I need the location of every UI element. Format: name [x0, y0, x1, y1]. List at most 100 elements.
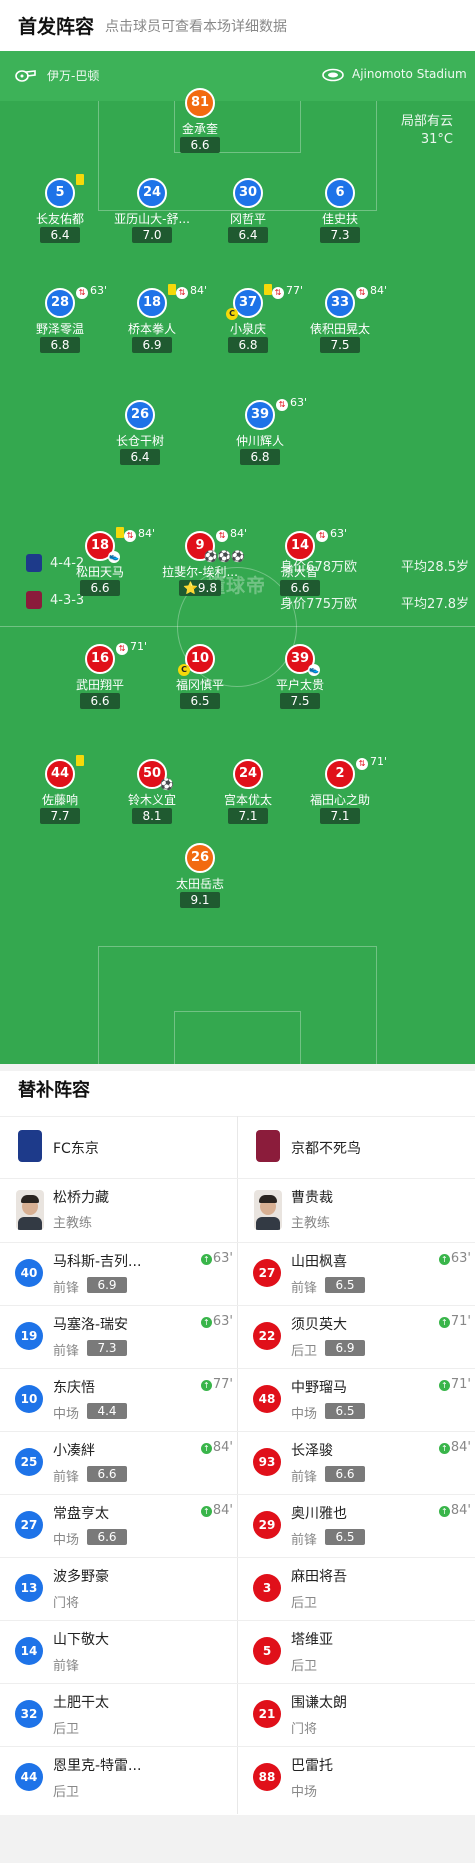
sub-out-icon: ⇅ [176, 287, 188, 299]
player-marker[interactable]: 33 ⇅ 84' 俵积田晃太 7.5 [290, 284, 390, 354]
player-rating: 9.1 [180, 892, 220, 908]
player-name: 常盘亨太 [53, 1506, 109, 1522]
player-marker[interactable]: 9 ⇅ 84' ⚽⚽⚽ 拉斐尔-埃利... ⭐9.8 [150, 527, 250, 597]
player-marker[interactable]: 39 ⇅ 63' 仲川辉人 6.8 [210, 396, 310, 466]
jersey-number: 24 [233, 759, 263, 789]
player-position: 门将 [291, 1722, 318, 1737]
jersey-number: 3 [253, 1574, 281, 1602]
home-team-name: FC东京 [53, 1141, 99, 1157]
player-rating: 6.6 [325, 1466, 365, 1482]
substitution-indicator: ⇅ 84' [216, 527, 247, 542]
substitute-row[interactable]: 27 山田枫喜 前锋 6.5 ↑ 63' [238, 1242, 475, 1305]
minute-value: 71' [450, 1314, 471, 1329]
substitute-row[interactable]: 22 须贝英大 后卫 6.9 ↑ 71' [238, 1305, 475, 1368]
avatar [16, 1190, 44, 1230]
minute-value: 63' [212, 1314, 233, 1329]
substitute-row[interactable]: 3 麻田将吾 后卫 [238, 1557, 475, 1620]
away-team-row[interactable]: 京都不死鸟 [238, 1116, 475, 1178]
jersey-number: 6 [325, 178, 355, 208]
player-name: 佳史扶 [321, 212, 358, 226]
player-marker[interactable]: 24 亚历山大-舒... 7.0 [102, 178, 202, 244]
player-marker[interactable]: 14 ⇅ 63' 原大智 6.6 [250, 527, 350, 597]
player-marker[interactable]: 6 佳史扶 7.3 [290, 178, 390, 244]
substitute-row[interactable]: 48 中野瑠马 中场 6.5 ↑ 71' [238, 1368, 475, 1431]
player-rating: 6.8 [40, 337, 80, 353]
player-name: 太田岳志 [175, 877, 224, 891]
player-rating: 6.5 [325, 1529, 365, 1545]
away-coach[interactable]: 曹贵裁 主教练 [238, 1178, 475, 1242]
player-marker[interactable]: 24 宫本优太 7.1 [198, 759, 298, 825]
player-name: 东庆悟 [53, 1380, 95, 1396]
yellow-card-icon [76, 174, 84, 185]
player-position: 前锋 [53, 1470, 80, 1485]
player-marker[interactable]: 44 佐藤响 7.7 [10, 755, 110, 825]
substitute-row[interactable]: 5 塔维亚 后卫 [238, 1620, 475, 1683]
substitute-row[interactable]: 44 恩里克-特雷... 后卫 [0, 1746, 237, 1809]
referee-name: 伊万-巴顿 [47, 69, 100, 83]
player-name: 亚历山大-舒... [114, 212, 190, 226]
home-coach[interactable]: 松桥力藏 主教练 [0, 1178, 237, 1242]
substitute-row[interactable]: 13 波多野豪 门将 [0, 1557, 237, 1620]
minute-value: 84' [212, 1503, 233, 1518]
minute-value: 84' [212, 1440, 233, 1455]
player-marker[interactable]: 30 冈哲平 6.4 [198, 178, 298, 244]
lineup-header: 首发阵容 点击球员可查看本场详细数据 [0, 0, 475, 51]
substitute-row[interactable]: 40 马科斯-吉列... 前锋 6.9 ↑ 63' [0, 1242, 237, 1305]
sub-in-minute: ↑ 63' [200, 1251, 233, 1266]
player-marker[interactable]: 81 金承奎 6.6 [150, 88, 250, 154]
player-marker[interactable]: 5 长友佑都 6.4 [10, 174, 110, 244]
substitute-row[interactable]: 19 马塞洛-瑞安 前锋 7.3 ↑ 63' [0, 1305, 237, 1368]
substitute-row[interactable]: 14 山下敬大 前锋 [0, 1620, 237, 1683]
player-marker[interactable]: 10 C 福冈慎平 6.5 [150, 644, 250, 710]
player-marker[interactable]: 37 ⇅ 77' C 小泉庆 6.8 [198, 284, 303, 354]
player-position: 中场 [291, 1785, 318, 1800]
sub-out-icon: ⇅ [356, 758, 368, 770]
avatar [254, 1190, 282, 1230]
player-rating: 6.5 [325, 1277, 365, 1293]
sub-in-icon: ↑ [438, 1254, 450, 1265]
coach-role: 主教练 [291, 1216, 331, 1231]
player-marker[interactable]: 26 太田岳志 9.1 [150, 843, 250, 909]
substitute-row[interactable]: 93 长泽骏 前锋 6.6 ↑ 84' [238, 1431, 475, 1494]
player-position: 前锋 [53, 1344, 80, 1359]
jersey-number: 16 [85, 644, 115, 674]
sub-out-icon: ⇅ [116, 643, 128, 655]
substitute-row[interactable]: 25 小凑絆 前锋 6.6 ↑ 84' [0, 1431, 237, 1494]
jersey-number: 22 [253, 1322, 281, 1350]
sub-in-minute: ↑ 84' [438, 1440, 471, 1455]
player-rating: 8.1 [132, 808, 172, 824]
player-marker[interactable]: 28 ⇅ 63' 野泽零温 6.8 [10, 284, 110, 354]
substitute-row[interactable]: 88 巴雷托 中场 [238, 1746, 475, 1809]
jersey-number: 13 [15, 1574, 43, 1602]
away-team-name: 京都不死鸟 [291, 1141, 361, 1157]
player-marker[interactable]: 2 ⇅ 71' 福田心之助 7.1 [290, 755, 390, 825]
substitute-row[interactable]: 29 奥川雅也 前锋 6.5 ↑ 84' [238, 1494, 475, 1557]
yellow-card-icon [76, 755, 84, 766]
home-team-row[interactable]: FC东京 [0, 1116, 237, 1178]
substitute-row[interactable]: 10 东庆悟 中场 4.4 ↑ 77' [0, 1368, 237, 1431]
sub-out-icon: ⇅ [124, 530, 136, 542]
minute-value: 63' [450, 1251, 471, 1266]
substitute-row[interactable]: 32 土肥干太 后卫 [0, 1683, 237, 1746]
jersey-number: 24 [137, 178, 167, 208]
player-marker[interactable]: 50 ⚽ 铃木义宜 8.1 [102, 759, 202, 825]
jersey-number: 26 [185, 843, 215, 873]
player-position: 前锋 [53, 1659, 80, 1674]
player-name: 福冈慎平 [175, 678, 224, 692]
substitute-row[interactable]: 27 常盘亨太 中场 6.6 ↑ 84' [0, 1494, 237, 1557]
jersey-number: 27 [15, 1511, 43, 1539]
player-marker[interactable]: 18 ⇅ 84' 桥本拳人 6.9 [102, 284, 207, 354]
player-marker[interactable]: 39 👟 平户太贵 7.5 [250, 644, 350, 710]
player-marker[interactable]: 18 ⇅ 84' 👟 松田天马 6.6 [50, 527, 155, 597]
player-marker[interactable]: 16 ⇅ 71' 武田翔平 6.6 [50, 640, 150, 710]
substitute-row[interactable]: 21 围谦太朗 门将 [238, 1683, 475, 1746]
sub-minute: 71' [370, 755, 388, 768]
home-team-logo [18, 1130, 42, 1162]
player-position: 后卫 [53, 1722, 80, 1737]
whistle-icon [15, 70, 36, 82]
sub-in-icon: ↑ [200, 1506, 212, 1517]
jersey-number: 14 [285, 531, 315, 561]
player-marker[interactable]: 26 长仓干树 6.4 [90, 400, 190, 466]
jersey-number: 32 [15, 1700, 43, 1728]
minute-value: 77' [212, 1377, 233, 1392]
